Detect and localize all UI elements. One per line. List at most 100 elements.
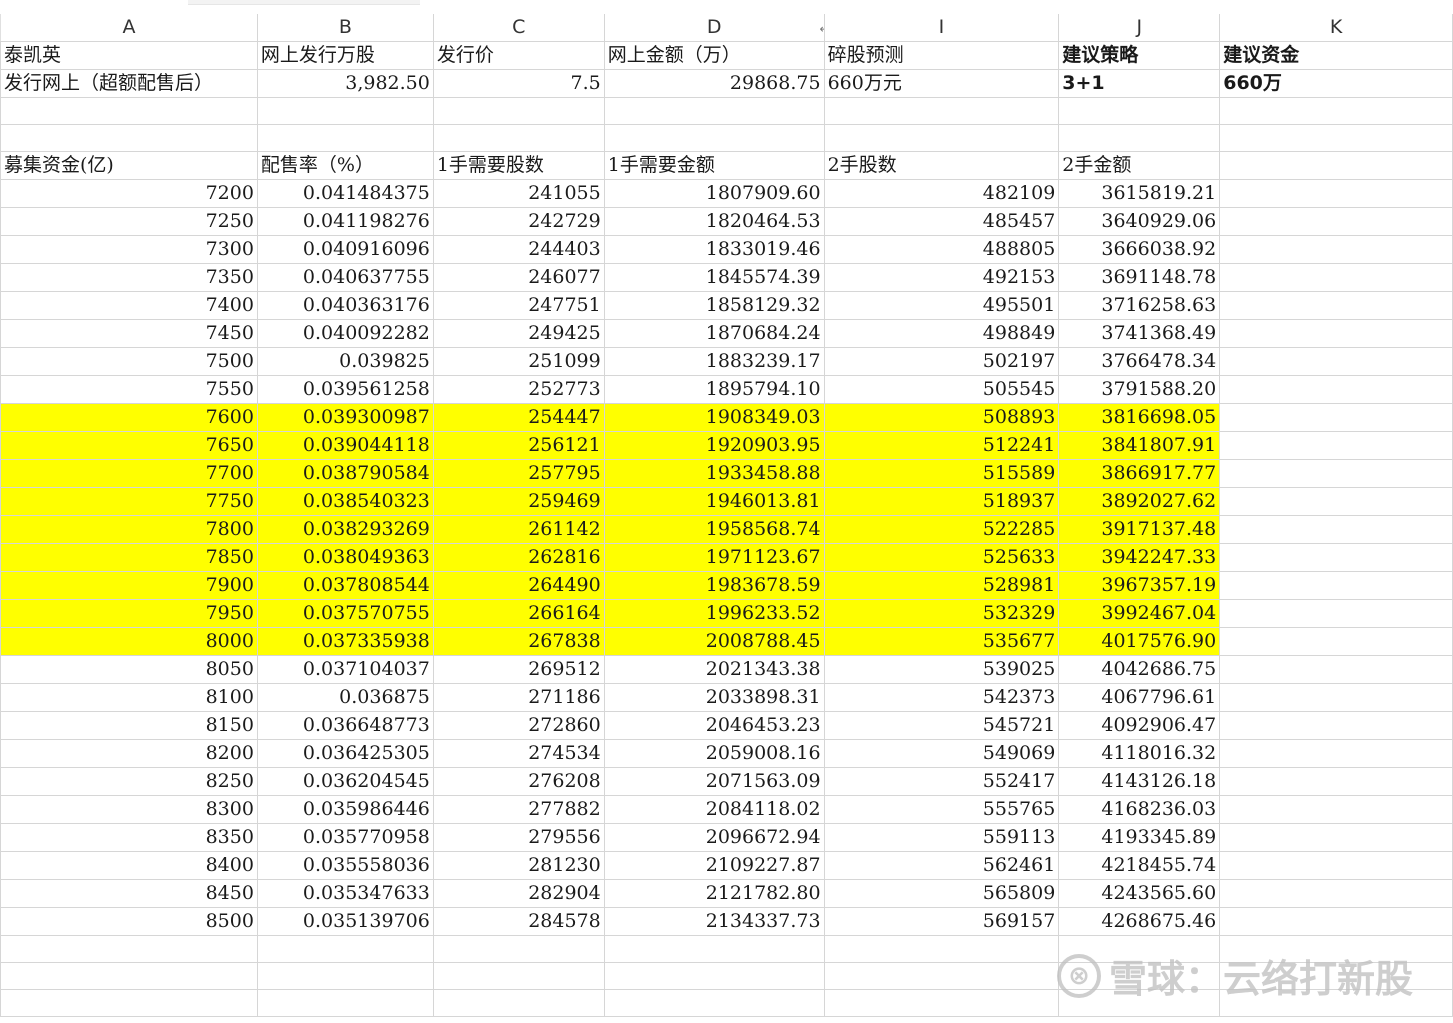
- cell-shares-2[interactable]: 482109: [823, 179, 1060, 208]
- cell-shares-2[interactable]: 562461: [823, 851, 1060, 880]
- cell-shares-1[interactable]: 256121: [432, 431, 605, 460]
- cell-shares-1[interactable]: 267838: [432, 627, 605, 656]
- empty-cell[interactable]: [603, 124, 825, 152]
- cell-ratio[interactable]: 0.035986446: [256, 795, 434, 824]
- cell-amount-1[interactable]: 1996233.52: [603, 599, 825, 628]
- cell-shares-1[interactable]: 272860: [432, 711, 605, 740]
- cell-shares-1[interactable]: 269512: [432, 655, 605, 684]
- cell-raise[interactable]: 7600: [0, 403, 258, 432]
- empty-cell[interactable]: [603, 935, 825, 963]
- cell-shares-2[interactable]: 512241: [823, 431, 1060, 460]
- cell-amount-2[interactable]: 3640929.06: [1058, 207, 1221, 236]
- cell-shares-1[interactable]: 277882: [432, 795, 605, 824]
- cell-shares-1[interactable]: 259469: [432, 487, 605, 516]
- cell-i-label[interactable]: 碎股预测: [823, 41, 1060, 70]
- cell-shares-1[interactable]: 251099: [432, 347, 605, 376]
- empty-cell[interactable]: [1219, 823, 1453, 852]
- cell-amount-2[interactable]: 4017576.90: [1058, 627, 1221, 656]
- cell-amount-1[interactable]: 2121782.80: [603, 879, 825, 908]
- cell-shares-1[interactable]: 249425: [432, 319, 605, 348]
- empty-cell[interactable]: [1219, 151, 1453, 180]
- cell-shares-2[interactable]: 492153: [823, 263, 1060, 292]
- cell-a-title[interactable]: 泰凯英: [0, 41, 258, 70]
- cell-amount-1[interactable]: 1971123.67: [603, 543, 825, 572]
- cell-shares-2[interactable]: 555765: [823, 795, 1060, 824]
- empty-cell[interactable]: [256, 935, 434, 963]
- empty-cell[interactable]: [1219, 235, 1453, 264]
- cell-shares-1[interactable]: 244403: [432, 235, 605, 264]
- empty-cell[interactable]: [1219, 124, 1453, 152]
- cell-shares-2[interactable]: 552417: [823, 767, 1060, 796]
- cell-amount-2[interactable]: 3666038.92: [1058, 235, 1221, 264]
- cell-shares-2[interactable]: 549069: [823, 739, 1060, 768]
- cell-ratio[interactable]: 0.035347633: [256, 879, 434, 908]
- empty-cell[interactable]: [256, 962, 434, 990]
- cell-raise[interactable]: 7750: [0, 487, 258, 516]
- empty-cell[interactable]: [823, 989, 1060, 1017]
- empty-cell[interactable]: [823, 935, 1060, 963]
- empty-cell[interactable]: [1219, 487, 1453, 516]
- cell-b-shares[interactable]: 3,982.50: [256, 69, 434, 98]
- cell-amount-1[interactable]: 1883239.17: [603, 347, 825, 376]
- cell-shares-2[interactable]: 559113: [823, 823, 1060, 852]
- cell-shares-2[interactable]: 515589: [823, 459, 1060, 488]
- cell-shares-1[interactable]: 262816: [432, 543, 605, 572]
- cell-ratio[interactable]: 0.040916096: [256, 235, 434, 264]
- empty-cell[interactable]: [256, 124, 434, 152]
- cell-ratio[interactable]: 0.035770958: [256, 823, 434, 852]
- column-header-d[interactable]: D⇹: [603, 14, 825, 42]
- cell-shares-2[interactable]: 542373: [823, 683, 1060, 712]
- cell-raise[interactable]: 7500: [0, 347, 258, 376]
- empty-cell[interactable]: [0, 935, 258, 963]
- cell-amount-2[interactable]: 3866917.77: [1058, 459, 1221, 488]
- cell-ratio[interactable]: 0.038790584: [256, 459, 434, 488]
- cell-ratio[interactable]: 0.037808544: [256, 571, 434, 600]
- cell-amount-1[interactable]: 1820464.53: [603, 207, 825, 236]
- cell-shares-2[interactable]: 528981: [823, 571, 1060, 600]
- cell-raise[interactable]: 8350: [0, 823, 258, 852]
- cell-amount-2[interactable]: 3967357.19: [1058, 571, 1221, 600]
- cell-amount-1[interactable]: 2084118.02: [603, 795, 825, 824]
- cell-raise[interactable]: 8050: [0, 655, 258, 684]
- cell-amount-2[interactable]: 4143126.18: [1058, 767, 1221, 796]
- empty-cell[interactable]: [432, 124, 605, 152]
- cell-raise[interactable]: 8450: [0, 879, 258, 908]
- header-cell-shares-1[interactable]: 1手需要股数: [432, 151, 605, 180]
- cell-shares-1[interactable]: 257795: [432, 459, 605, 488]
- empty-cell[interactable]: [432, 935, 605, 963]
- cell-k-label[interactable]: 建议资金: [1219, 41, 1453, 70]
- empty-cell[interactable]: [1219, 599, 1453, 628]
- cell-amount-2[interactable]: 3791588.20: [1058, 375, 1221, 404]
- cell-ratio[interactable]: 0.040637755: [256, 263, 434, 292]
- empty-cell[interactable]: [603, 97, 825, 125]
- cell-shares-2[interactable]: 498849: [823, 319, 1060, 348]
- empty-cell[interactable]: [1219, 291, 1453, 320]
- cell-shares-1[interactable]: 241055: [432, 179, 605, 208]
- cell-a-issue[interactable]: 发行网上（超额配售后）: [0, 69, 258, 98]
- cell-amount-1[interactable]: 2096672.94: [603, 823, 825, 852]
- cell-amount-2[interactable]: 3992467.04: [1058, 599, 1221, 628]
- cell-b-label[interactable]: 网上发行万股: [256, 41, 434, 70]
- cell-raise[interactable]: 8000: [0, 627, 258, 656]
- empty-cell[interactable]: [1219, 711, 1453, 740]
- empty-cell[interactable]: [1219, 655, 1453, 684]
- column-header-j[interactable]: J: [1058, 14, 1221, 42]
- cell-shares-1[interactable]: 264490: [432, 571, 605, 600]
- empty-cell[interactable]: [256, 97, 434, 125]
- cell-amount-2[interactable]: 4092906.47: [1058, 711, 1221, 740]
- empty-cell[interactable]: [1219, 543, 1453, 572]
- cell-amount-1[interactable]: 2008788.45: [603, 627, 825, 656]
- cell-ratio[interactable]: 0.041198276: [256, 207, 434, 236]
- header-cell-ratio[interactable]: 配售率（%）: [256, 151, 434, 180]
- header-cell-shares-2[interactable]: 2手股数: [823, 151, 1060, 180]
- cell-amount-2[interactable]: 3841807.91: [1058, 431, 1221, 460]
- empty-cell[interactable]: [1219, 739, 1453, 768]
- empty-cell[interactable]: [0, 97, 258, 125]
- cell-ratio[interactable]: 0.036648773: [256, 711, 434, 740]
- cell-amount-1[interactable]: 2021343.38: [603, 655, 825, 684]
- cell-raise[interactable]: 8400: [0, 851, 258, 880]
- empty-cell[interactable]: [1219, 683, 1453, 712]
- cell-amount-2[interactable]: 3892027.62: [1058, 487, 1221, 516]
- empty-cell[interactable]: [1219, 795, 1453, 824]
- cell-shares-2[interactable]: 495501: [823, 291, 1060, 320]
